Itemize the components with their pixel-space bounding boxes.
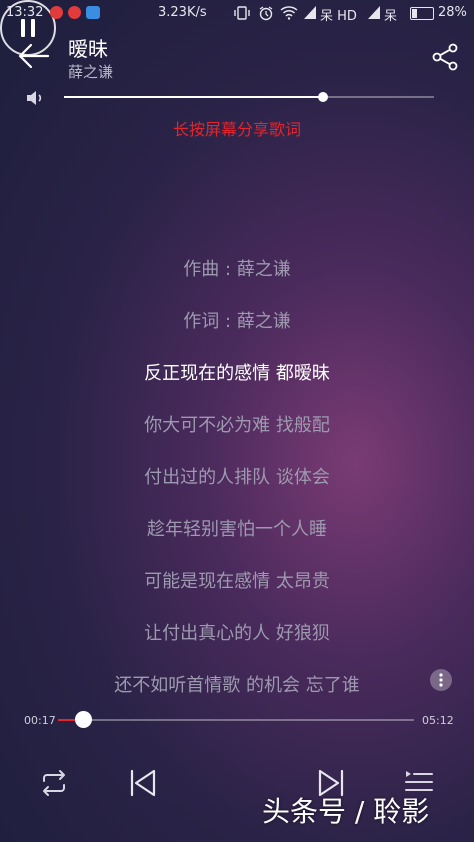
wifi-icon <box>280 6 298 20</box>
vibrate-icon <box>234 6 250 20</box>
current-time: 00:17 <box>24 714 56 727</box>
progress-bar[interactable] <box>58 711 414 728</box>
previous-icon[interactable] <box>126 766 160 800</box>
repeat-icon[interactable] <box>38 768 70 798</box>
lyric-line[interactable]: 作词 : 薛之谦 <box>0 307 474 333</box>
song-title: 暧昧 <box>68 37 108 61</box>
signal-icon <box>304 6 316 19</box>
carrier-label: 呆 <box>384 9 398 24</box>
lyric-line[interactable]: 趁年轻别害怕一个人睡 <box>0 515 474 541</box>
watermark-text: 头条号 / 聆影 <box>262 795 430 828</box>
lyric-line-current[interactable]: 反正现在的感情 都暧昧 <box>0 359 474 385</box>
lyric-line[interactable]: 可能是现在感情 太昂贵 <box>0 567 474 593</box>
network-speed: 3.23K/s <box>158 5 207 20</box>
battery-icon <box>410 7 434 20</box>
total-time: 05:12 <box>422 714 454 727</box>
share-icon[interactable] <box>430 42 460 72</box>
signal-icon <box>368 6 380 19</box>
netease-music-icon <box>50 6 63 19</box>
lyric-line[interactable]: 你大可不必为难 找般配 <box>0 411 474 437</box>
lyric-line[interactable]: 让付出真心的人 好狼狈 <box>0 619 474 645</box>
volume-thumb[interactable] <box>318 92 328 102</box>
lyric-line[interactable]: 还不如听首情歌 的机会 忘了谁 <box>0 671 474 697</box>
lyric-line[interactable]: 付出过的人排队 谈体会 <box>0 463 474 489</box>
battery-percent: 28% <box>438 5 467 20</box>
carrier-label: 呆 HD <box>320 9 357 24</box>
cloud-icon <box>86 6 100 19</box>
clock: 13:32 <box>6 5 44 20</box>
more-options-icon[interactable] <box>430 669 452 691</box>
netease-music-icon <box>68 6 81 19</box>
share-lyrics-hint: 长按屏幕分享歌词 <box>172 120 301 139</box>
progress-thumb[interactable] <box>75 711 92 728</box>
volume-icon[interactable] <box>26 89 46 107</box>
alarm-icon <box>259 6 273 21</box>
volume-slider[interactable] <box>64 92 434 102</box>
artist-name: 薛之谦 <box>68 63 114 81</box>
status-bar: 13:32 3.23K/s 呆 HD 呆 28% <box>0 0 474 26</box>
lyric-line[interactable]: 作曲 : 薛之谦 <box>0 255 474 281</box>
volume-fill <box>64 96 323 98</box>
back-arrow-icon[interactable] <box>16 40 52 72</box>
